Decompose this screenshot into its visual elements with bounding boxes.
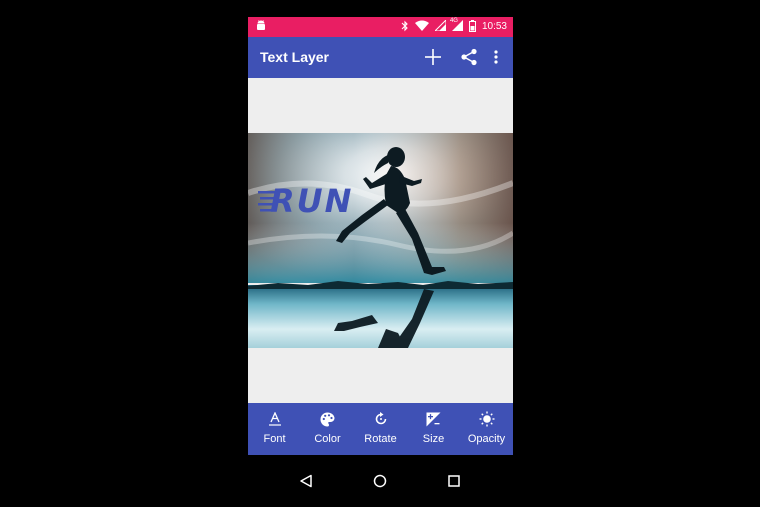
rotate-tool-label: Rotate — [364, 433, 397, 445]
tool-bar: Font Color Rotate Size Opacity — [248, 403, 513, 455]
signal-4g-icon: 4G — [449, 18, 463, 34]
rotate-tool-button[interactable]: Rotate — [354, 403, 407, 455]
recents-icon — [448, 475, 460, 487]
app-toolbar: Text Layer — [248, 37, 513, 78]
bluetooth-icon — [401, 20, 409, 35]
add-button[interactable] — [422, 46, 444, 68]
background-photo: RUN — [248, 133, 513, 348]
phone-screen: 4G 10:53 Text Layer RUN Font Color Rotat… — [248, 17, 513, 507]
system-nav-bar — [248, 455, 513, 507]
nav-home-button[interactable] — [370, 471, 390, 491]
more-options-button[interactable] — [485, 46, 507, 68]
share-icon — [461, 48, 477, 66]
font-tool-button[interactable]: Font — [248, 403, 301, 455]
color-tool-button[interactable]: Color — [301, 403, 354, 455]
more-vert-icon — [494, 50, 498, 64]
status-time: 10:53 — [481, 21, 507, 32]
nav-recents-button[interactable] — [444, 471, 464, 491]
wifi-icon — [414, 20, 429, 34]
opacity-tool-label: Opacity — [467, 433, 506, 445]
font-tool-label: Font — [263, 433, 286, 445]
nav-back-button[interactable] — [296, 471, 316, 491]
battery-icon — [468, 19, 476, 35]
runner-silhouette-image — [248, 133, 513, 348]
android-debug-icon — [256, 20, 266, 35]
opacity-tool-button[interactable]: Opacity — [460, 403, 513, 455]
text-layer-run[interactable]: RUN — [270, 185, 353, 217]
back-icon — [300, 474, 312, 488]
status-bar: 4G 10:53 — [248, 17, 513, 37]
editor-canvas: RUN — [248, 78, 513, 403]
home-icon — [373, 474, 387, 488]
toolbar-title: Text Layer — [260, 49, 329, 65]
size-tool-label: Size — [422, 433, 445, 445]
rotate-icon — [373, 411, 389, 427]
size-tool-button[interactable]: Size — [407, 403, 460, 455]
size-icon — [426, 411, 442, 427]
color-tool-label: Color — [314, 433, 341, 445]
signal-icon — [433, 18, 447, 34]
palette-icon — [320, 411, 336, 427]
brightness-icon — [479, 411, 495, 427]
share-button[interactable] — [458, 46, 480, 68]
add-icon — [425, 49, 441, 65]
font-icon — [267, 411, 283, 427]
network-type-label: 4G — [449, 18, 458, 24]
